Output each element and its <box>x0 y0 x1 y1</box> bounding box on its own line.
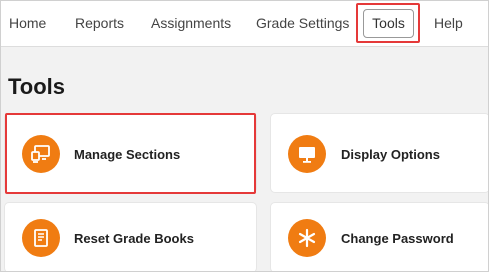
nav-item-home[interactable]: Home <box>9 15 46 31</box>
top-navigation: Home Reports Assignments Grade Settings … <box>0 0 489 47</box>
manage-sections-highlight-box <box>5 113 256 194</box>
monitor-icon <box>288 135 326 173</box>
card-reset-grade-books[interactable]: Reset Grade Books <box>5 203 256 272</box>
book-icon <box>22 219 60 257</box>
nav-item-grade-settings[interactable]: Grade Settings <box>256 15 349 31</box>
card-display-options[interactable]: Display Options <box>271 114 489 192</box>
page-title: Tools <box>8 74 66 99</box>
card-label-display-options: Display Options <box>341 147 440 162</box>
nav-item-tools[interactable]: Tools <box>363 9 414 38</box>
card-label-reset-grade-books: Reset Grade Books <box>74 231 194 246</box>
asterisk-icon <box>288 219 326 257</box>
nav-item-reports[interactable]: Reports <box>75 15 124 31</box>
nav-item-help[interactable]: Help <box>434 15 463 31</box>
card-label-change-password: Change Password <box>341 231 454 246</box>
nav-item-assignments[interactable]: Assignments <box>151 15 231 31</box>
card-change-password[interactable]: Change Password <box>271 203 489 272</box>
